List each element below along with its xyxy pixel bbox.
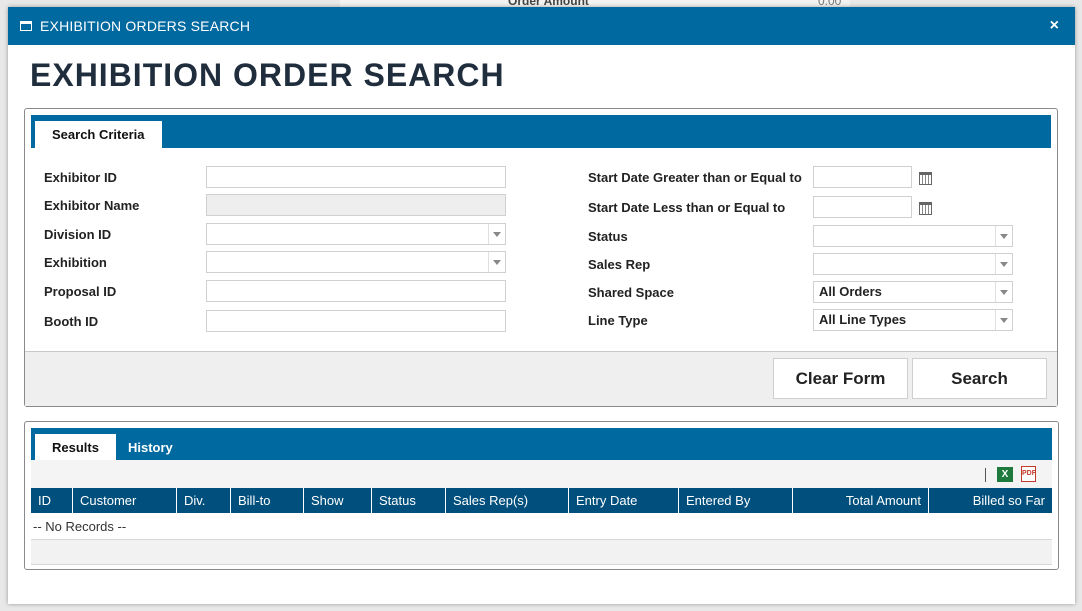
sales-rep-select[interactable] [813, 253, 1013, 275]
line-type-value: All Line Types [819, 312, 907, 327]
division-id-select[interactable] [206, 223, 506, 245]
results-grid-footer [31, 539, 1052, 565]
start-date-from-label: Start Date Greater than or Equal to [588, 170, 802, 185]
exhibitor-id-label: Exhibitor ID [44, 170, 117, 185]
line-type-select[interactable]: All Line Types [813, 309, 1013, 331]
start-date-from-input[interactable] [813, 166, 912, 188]
window-icon [20, 21, 32, 31]
column-header-bill-to[interactable]: Bill-to [231, 488, 304, 513]
results-tabstrip: Results History [31, 428, 1052, 461]
line-type-label: Line Type [588, 313, 648, 328]
dialog-title: EXHIBITION ORDERS SEARCH [40, 18, 251, 34]
chevron-down-icon[interactable] [995, 282, 1012, 302]
booth-id-label: Booth ID [44, 314, 99, 329]
chevron-down-icon[interactable] [488, 224, 505, 244]
status-select[interactable] [813, 225, 1013, 247]
results-panel: Results History X PDF ID Customer Div. B… [24, 421, 1059, 570]
exhibition-orders-search-dialog: EXHIBITION ORDERS SEARCH × EXHIBITION OR… [8, 7, 1075, 604]
criteria-tabstrip: Search Criteria [31, 115, 1051, 148]
search-criteria-panel: Search Criteria Exhibitor ID Exhibitor N… [24, 108, 1058, 407]
tab-results[interactable]: Results [35, 434, 116, 461]
clear-form-button[interactable]: Clear Form [773, 358, 908, 399]
results-grid-header: ID Customer Div. Bill-to Show Status Sal… [31, 488, 1052, 513]
exhibitor-name-input[interactable] [206, 194, 506, 216]
column-header-div[interactable]: Div. [177, 488, 231, 513]
criteria-button-bar: Clear Form Search [25, 351, 1057, 406]
chevron-down-icon[interactable] [488, 252, 505, 272]
tab-history[interactable]: History [111, 434, 190, 461]
column-header-customer[interactable]: Customer [73, 488, 177, 513]
proposal-id-label: Proposal ID [44, 284, 117, 299]
status-label: Status [588, 229, 628, 244]
shared-space-label: Shared Space [588, 285, 674, 300]
calendar-icon[interactable] [919, 172, 932, 185]
column-header-id[interactable]: ID [31, 488, 73, 513]
column-header-show[interactable]: Show [304, 488, 372, 513]
exhibition-select[interactable] [206, 251, 506, 273]
toolbar-separator [985, 468, 986, 482]
exhibition-label: Exhibition [44, 255, 107, 270]
page-title: EXHIBITION ORDER SEARCH [30, 57, 505, 93]
dialog-title-bar[interactable]: EXHIBITION ORDERS SEARCH × [8, 7, 1075, 45]
calendar-icon[interactable] [919, 202, 932, 215]
results-toolbar: X PDF [31, 460, 1052, 488]
column-header-billed-so-far[interactable]: Billed so Far [929, 488, 1052, 513]
sales-rep-label: Sales Rep [588, 257, 651, 272]
start-date-to-label: Start Date Less than or Equal to [588, 200, 786, 215]
column-header-entry-date[interactable]: Entry Date [569, 488, 679, 513]
empty-results-message: -- No Records -- [33, 519, 127, 534]
start-date-to-input[interactable] [813, 196, 912, 218]
chevron-down-icon[interactable] [995, 310, 1012, 330]
excel-icon[interactable]: X [997, 467, 1013, 482]
search-button[interactable]: Search [912, 358, 1047, 399]
chevron-down-icon[interactable] [995, 226, 1012, 246]
column-header-status[interactable]: Status [372, 488, 446, 513]
shared-space-select[interactable]: All Orders [813, 281, 1013, 303]
chevron-down-icon[interactable] [995, 254, 1012, 274]
exhibitor-name-label: Exhibitor Name [44, 198, 140, 213]
division-id-label: Division ID [44, 227, 112, 242]
column-header-entered-by[interactable]: Entered By [679, 488, 793, 513]
tab-search-criteria[interactable]: Search Criteria [35, 121, 162, 148]
booth-id-input[interactable] [206, 310, 506, 332]
proposal-id-input[interactable] [206, 280, 506, 302]
exhibitor-id-input[interactable] [206, 166, 506, 188]
pdf-icon[interactable]: PDF [1021, 466, 1036, 482]
column-header-total-amount[interactable]: Total Amount [793, 488, 929, 513]
close-button[interactable]: × [1046, 17, 1063, 35]
column-header-sales-reps[interactable]: Sales Rep(s) [446, 488, 569, 513]
shared-space-value: All Orders [819, 284, 882, 299]
